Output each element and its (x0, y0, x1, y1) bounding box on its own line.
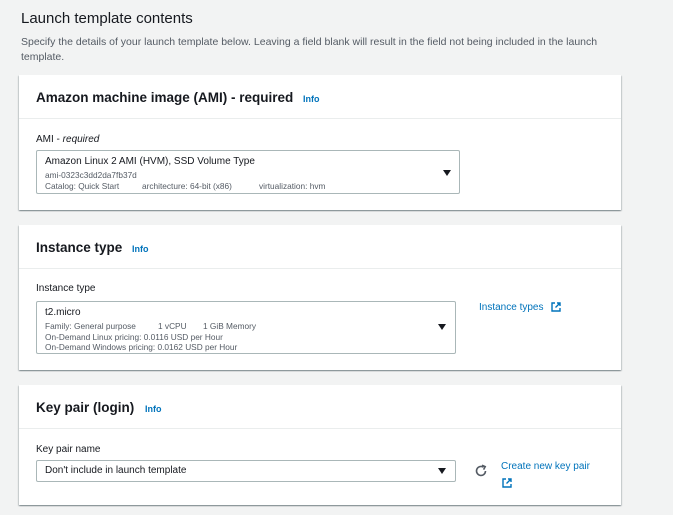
refresh-icon[interactable] (474, 464, 488, 478)
instance-panel-header: Instance type Info (19, 225, 621, 269)
instance-selected: t2.micro (45, 307, 81, 318)
instance-memory: 1 GiB Memory (203, 321, 257, 331)
instance-type-panel: Instance type Info Instance type t2.micr… (19, 225, 621, 370)
ami-info-link[interactable]: Info (303, 94, 320, 104)
ami-architecture: architecture: 64-bit (x86) (142, 181, 232, 191)
ami-panel: Amazon machine image (AMI) - required In… (19, 75, 621, 210)
instance-field-label: Instance type (36, 283, 96, 294)
ami-virtualization: virtualization: hvm (259, 181, 326, 191)
ami-selected-name: Amazon Linux 2 AMI (HVM), SSD Volume Typ… (45, 156, 255, 167)
ami-required-text: required (62, 134, 100, 145)
keypair-info-link[interactable]: Info (145, 404, 162, 414)
instance-windows-pricing: On-Demand Windows pricing: 0.0162 USD pe… (45, 342, 238, 352)
instance-linux-pricing: On-Demand Linux pricing: 0.0116 USD per … (45, 332, 223, 342)
ami-field-label-text: AMI - (36, 134, 63, 145)
ami-panel-title: Amazon machine image (AMI) - required (36, 90, 294, 105)
instance-dropdown-caret-icon (438, 324, 446, 330)
ami-panel-header: Amazon machine image (AMI) - required In… (19, 75, 621, 119)
page-title: Launch template contents (21, 10, 193, 27)
ami-field-label: AMI - required (36, 134, 99, 145)
key-pair-select[interactable]: Don't include in launch template (36, 460, 456, 482)
keypair-panel-title: Key pair (login) (36, 400, 135, 415)
keypair-field-label: Key pair name (36, 444, 101, 455)
instance-types-link-label: Instance types (479, 302, 544, 313)
instance-types-link[interactable]: Instance types (479, 302, 561, 313)
instance-panel-title: Instance type (36, 240, 123, 255)
instance-vcpu: 1 vCPU (158, 321, 187, 331)
keypair-panel-header: Key pair (login) Info (19, 385, 621, 429)
keypair-selected: Don't include in launch template (45, 465, 187, 476)
instance-family: Family: General purpose (45, 321, 136, 331)
page-description: Specify the details of your launch templ… (21, 36, 598, 63)
ami-catalog: Catalog: Quick Start (45, 181, 120, 191)
key-pair-panel: Key pair (login) Info Key pair name Don'… (19, 385, 621, 505)
ami-dropdown-caret-icon (443, 170, 451, 176)
external-link-icon (551, 302, 561, 312)
create-key-pair-link[interactable]: Create new key pair (501, 461, 590, 472)
external-link-icon[interactable] (502, 478, 512, 488)
instance-type-select[interactable]: t2.micro Family: General purpose 1 vCPU … (36, 301, 456, 354)
instance-info-link[interactable]: Info (132, 244, 149, 254)
ami-id: ami-0323c3dd2da7fb37d (45, 170, 137, 180)
keypair-dropdown-caret-icon (438, 468, 446, 474)
ami-select[interactable]: Amazon Linux 2 AMI (HVM), SSD Volume Typ… (36, 150, 460, 194)
